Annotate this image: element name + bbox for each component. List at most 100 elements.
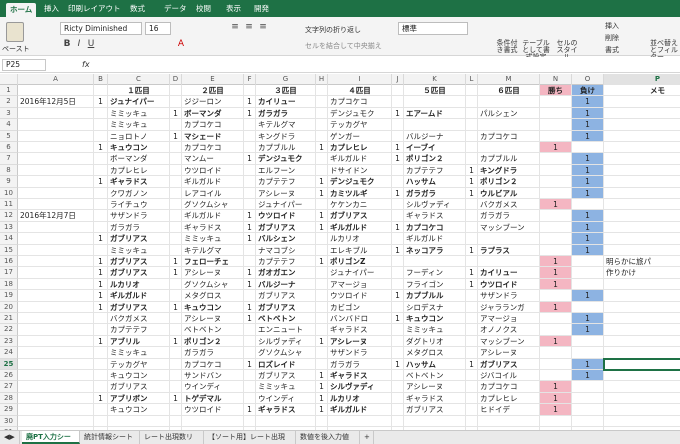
cell-N10[interactable]: [540, 187, 572, 199]
row-header[interactable]: 25: [0, 358, 18, 370]
cell-C27[interactable]: ガブリアス: [108, 381, 170, 393]
cell-M15[interactable]: ラプラス: [478, 244, 540, 256]
cell-J21[interactable]: 1: [392, 313, 404, 325]
cell-E21[interactable]: アシレーヌ: [182, 313, 244, 325]
cell-I18[interactable]: アマージョ: [328, 278, 392, 291]
cell-F5[interactable]: [244, 130, 256, 142]
number-format-select[interactable]: 標準: [398, 22, 468, 35]
row-header[interactable]: 19: [0, 290, 18, 302]
cell-A23[interactable]: [18, 335, 94, 348]
cell-C4[interactable]: ミミッキュ: [108, 119, 170, 131]
cell-N30[interactable]: [540, 415, 572, 427]
cell-F14[interactable]: 1: [244, 233, 256, 245]
cell-F4[interactable]: [244, 119, 256, 131]
cell-F13[interactable]: 1: [244, 221, 256, 234]
cell-G16[interactable]: カプテテフ: [256, 256, 316, 268]
cell-A6[interactable]: [18, 142, 94, 154]
column-header[interactable]: N: [540, 74, 572, 85]
cell-N7[interactable]: [540, 153, 572, 165]
cell-I16[interactable]: ポリゴンZ: [328, 256, 392, 268]
cell-I1[interactable]: ４匹目: [328, 85, 392, 97]
cell-B11[interactable]: [94, 199, 108, 211]
cell-A29[interactable]: [18, 404, 94, 416]
cell-C15[interactable]: ミミッキュ: [108, 244, 170, 256]
cell-P3[interactable]: [604, 108, 680, 120]
cell-M18[interactable]: ウツロイド: [478, 278, 540, 291]
cell-E5[interactable]: マシェード: [182, 130, 244, 142]
cell-A18[interactable]: [18, 278, 94, 291]
cell-J14[interactable]: [392, 233, 404, 245]
cell-G20[interactable]: ガブリアス: [256, 301, 316, 313]
cell-K12[interactable]: ギャラドス: [404, 210, 466, 222]
cell-F26[interactable]: [244, 370, 256, 382]
column-header[interactable]: M: [478, 74, 540, 85]
cell-A7[interactable]: [18, 153, 94, 165]
cell-B1[interactable]: [94, 85, 108, 97]
cell-E8[interactable]: ウツロイド: [182, 164, 244, 177]
row-header[interactable]: 24: [0, 347, 18, 359]
cell-F9[interactable]: [244, 176, 256, 188]
cell-L25[interactable]: 1: [466, 358, 478, 370]
row-header[interactable]: 27: [0, 381, 18, 393]
cell-M5[interactable]: カプコケコ: [478, 130, 540, 142]
cell-H22[interactable]: [316, 324, 328, 336]
cell-O20[interactable]: [572, 301, 604, 313]
cell-J8[interactable]: [392, 164, 404, 177]
cell-P23[interactable]: [604, 336, 680, 348]
cell-K16[interactable]: [404, 256, 466, 268]
cell-H4[interactable]: [316, 119, 328, 131]
row-header[interactable]: 4: [0, 119, 18, 131]
sheet-tab[interactable]: 統計情報シート: [80, 431, 140, 444]
row-header[interactable]: 30: [0, 415, 18, 427]
cell-H17[interactable]: [316, 267, 328, 279]
row-header[interactable]: 17: [0, 267, 18, 279]
cell-J16[interactable]: [392, 256, 404, 268]
cell-M17[interactable]: カイリュー: [478, 267, 540, 279]
cell-H14[interactable]: [316, 233, 328, 245]
cell-F6[interactable]: [244, 142, 256, 154]
cell-K18[interactable]: フライゴン: [404, 278, 466, 291]
cell-O7[interactable]: 1: [572, 153, 604, 165]
cell-P21[interactable]: [604, 313, 680, 325]
cell-H12[interactable]: 1: [316, 210, 328, 222]
cell-L10[interactable]: 1: [466, 187, 478, 199]
row-header[interactable]: 5: [0, 130, 18, 142]
cell-J24[interactable]: [392, 347, 404, 359]
cell-C11[interactable]: ライチュウ: [108, 199, 170, 211]
cell-D8[interactable]: [170, 164, 182, 177]
cell-F8[interactable]: [244, 164, 256, 177]
cell-P2[interactable]: [604, 96, 680, 108]
cell-P28[interactable]: [604, 393, 680, 405]
cell-O3[interactable]: 1: [572, 107, 604, 120]
ribbon-tab[interactable]: ホーム: [6, 3, 37, 17]
cell-C2[interactable]: ジュナイパー: [108, 96, 170, 108]
cell-K13[interactable]: カプコケコ: [404, 221, 466, 234]
cell-I8[interactable]: ドサイドン: [328, 164, 392, 177]
cell-A13[interactable]: [18, 221, 94, 234]
column-header[interactable]: J: [392, 74, 404, 85]
cell-E18[interactable]: グソクムシャ: [182, 278, 244, 291]
cell-I24[interactable]: サザンドラ: [328, 347, 392, 359]
cell-F29[interactable]: 1: [244, 404, 256, 416]
cell-N12[interactable]: [540, 210, 572, 222]
cell-J10[interactable]: 1: [392, 187, 404, 199]
cell-A17[interactable]: [18, 267, 94, 279]
cell-G2[interactable]: カイリュー: [256, 96, 316, 108]
cell-D16[interactable]: 1: [170, 256, 182, 268]
cell-E3[interactable]: ボーマンダ: [182, 107, 244, 120]
cell-N11[interactable]: 1: [540, 199, 572, 211]
cell-B4[interactable]: [94, 119, 108, 131]
cell-I22[interactable]: ギャラドス: [328, 324, 392, 336]
cell-A20[interactable]: [18, 301, 94, 313]
column-header[interactable]: O: [572, 74, 604, 85]
cell-H7[interactable]: [316, 153, 328, 165]
cell-L6[interactable]: [466, 142, 478, 154]
column-header[interactable]: B: [94, 74, 108, 85]
cell-A12[interactable]: 2016年12月7日: [18, 210, 94, 222]
cell-K15[interactable]: ネッコアラ: [404, 244, 466, 256]
cell-L29[interactable]: [466, 404, 478, 416]
cell-N16[interactable]: 1: [540, 256, 572, 268]
cell-N18[interactable]: 1: [540, 278, 572, 291]
cell-E2[interactable]: ジジーロン: [182, 96, 244, 108]
cell-H15[interactable]: [316, 244, 328, 256]
